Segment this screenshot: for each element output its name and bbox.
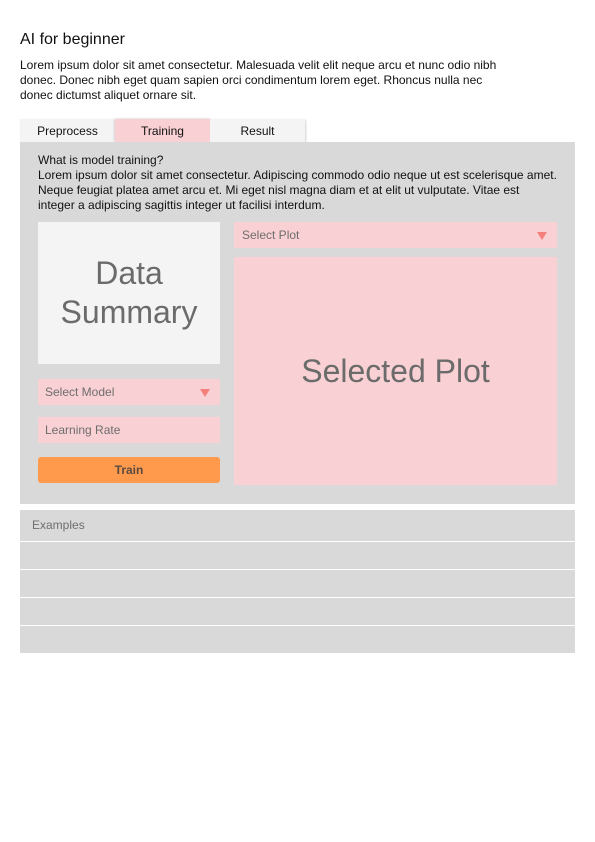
training-description: Lorem ipsum dolor sit amet consectetur. …: [38, 168, 557, 212]
train-button[interactable]: Train: [38, 457, 220, 483]
examples-header[interactable]: Examples: [20, 510, 575, 541]
data-summary-card: Data Summary: [38, 222, 220, 364]
data-summary-label: Data Summary: [60, 255, 198, 330]
examples-list: Examples: [20, 510, 575, 654]
selected-plot-area: Selected Plot: [234, 257, 557, 485]
tab-result[interactable]: Result: [210, 119, 305, 142]
list-item[interactable]: [20, 598, 575, 625]
select-model-label: Select Model: [45, 385, 115, 399]
tab-bar: Preprocess Training Result: [20, 119, 305, 142]
intro-text: Lorem ipsum dolor sit amet consectetur. …: [20, 58, 497, 102]
select-plot-dropdown[interactable]: Select Plot: [234, 222, 557, 248]
tab-training[interactable]: Training: [115, 119, 210, 142]
list-item[interactable]: [20, 570, 575, 597]
list-item[interactable]: [20, 626, 575, 653]
select-model-dropdown[interactable]: Select Model: [38, 379, 220, 405]
page: AI for beginner Lorem ipsum dolor sit am…: [0, 0, 595, 842]
caret-down-icon: [537, 232, 547, 240]
learning-rate-field[interactable]: [38, 417, 220, 443]
selected-plot-placeholder: Selected Plot: [301, 352, 490, 389]
page-title: AI for beginner: [20, 31, 125, 48]
list-item[interactable]: [20, 542, 575, 569]
training-panel: What is model training? Lorem ipsum dolo…: [20, 142, 575, 504]
training-heading: What is model training?: [38, 153, 164, 167]
tab-preprocess[interactable]: Preprocess: [20, 119, 115, 142]
caret-down-icon: [200, 389, 210, 397]
select-plot-label: Select Plot: [242, 228, 300, 242]
learning-rate-input[interactable]: [45, 417, 215, 443]
examples-label: Examples: [32, 518, 85, 532]
